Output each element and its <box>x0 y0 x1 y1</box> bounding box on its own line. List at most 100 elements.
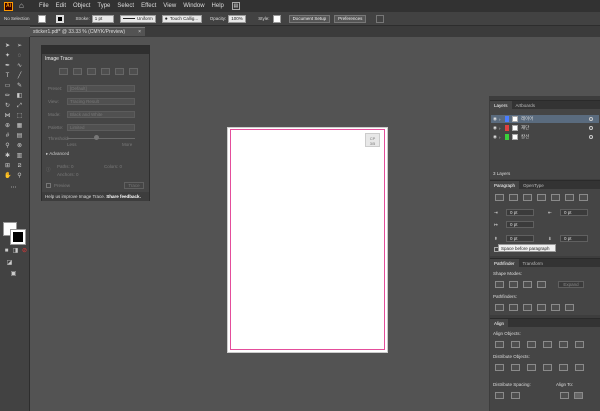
type-tool-icon[interactable]: T <box>4 73 11 80</box>
tab-artboards[interactable]: Artboards <box>512 101 540 109</box>
outline-icon[interactable] <box>129 68 138 75</box>
scale-tool-icon[interactable]: ⤢ <box>16 103 23 110</box>
vertical-align-bottom-icon[interactable] <box>575 341 584 348</box>
zoom-tool-icon[interactable]: ⚲ <box>16 173 23 180</box>
menu-effect[interactable]: Effect <box>141 3 156 9</box>
tab-opentype[interactable]: OpenType <box>519 181 548 189</box>
intersect-icon[interactable] <box>523 281 532 288</box>
pen-tool-icon[interactable]: ✒ <box>4 63 11 70</box>
perspective-grid-icon[interactable]: ▦ <box>16 123 23 130</box>
stroke-profile-select[interactable]: Uniform <box>119 14 156 23</box>
grayscale-icon[interactable] <box>101 68 110 75</box>
menu-view[interactable]: View <box>163 3 176 9</box>
menu-edit[interactable]: Edit <box>56 3 66 9</box>
tab-paragraph[interactable]: Paragraph <box>490 181 520 189</box>
horizontal-align-left-icon[interactable] <box>495 341 504 348</box>
menu-type[interactable]: Type <box>97 3 110 9</box>
document-tab[interactable]: sticker1.pdf* @ 33.33 % (CMYK/Preview) × <box>30 27 145 36</box>
layer-row[interactable]: ◉ › 레이어 <box>491 115 599 123</box>
align-icon[interactable] <box>376 14 385 23</box>
close-icon[interactable]: × <box>138 29 141 35</box>
share-feedback-link[interactable]: Share feedback. <box>106 194 141 199</box>
artboard-tool-icon[interactable]: ⊞ <box>4 163 11 170</box>
slice-tool-icon[interactable]: ⧄ <box>16 163 23 170</box>
layer-row[interactable]: ◉ › 재단 <box>491 124 599 132</box>
trim-icon[interactable] <box>509 304 518 311</box>
image-trace-titlebar[interactable] <box>42 46 149 54</box>
hand-tool-icon[interactable]: ✋ <box>4 173 11 180</box>
selection-tool-icon[interactable]: ➤ <box>4 43 11 50</box>
gradient-mode-icon[interactable]: ◨ <box>12 248 19 255</box>
home-icon[interactable]: ⌂ <box>19 2 27 10</box>
threshold-slider-handle[interactable] <box>94 135 99 140</box>
eyedropper-icon[interactable]: ⚲ <box>4 143 11 150</box>
target-icon[interactable] <box>589 135 593 139</box>
align-left-icon[interactable] <box>495 194 504 201</box>
shape-builder-icon[interactable]: ⊕ <box>4 123 11 130</box>
horizontal-spacing-icon[interactable] <box>511 392 520 399</box>
minus-back-icon[interactable] <box>565 304 574 311</box>
stroke-swatch[interactable] <box>55 14 64 23</box>
space-after-field[interactable]: 0 pt <box>560 235 588 242</box>
tab-transform[interactable]: Transform <box>519 259 547 267</box>
graph-tool-icon[interactable]: ▥ <box>16 153 23 160</box>
black-white-icon[interactable] <box>115 68 124 75</box>
none-mode-icon[interactable]: ⊘ <box>21 248 28 255</box>
minus-front-icon[interactable] <box>509 281 518 288</box>
brush-select[interactable]: ● Touch Callig... <box>161 14 202 23</box>
stroke-weight-field[interactable]: 1 pt <box>91 14 114 23</box>
lasso-icon[interactable]: ◌ <box>16 53 23 60</box>
trace-button[interactable]: Trace <box>124 182 144 189</box>
auto-color-icon[interactable] <box>59 68 68 75</box>
tab-layers[interactable]: Layers <box>490 101 512 109</box>
expand-button[interactable]: Expand <box>558 281 584 288</box>
advanced-toggle[interactable]: ▸ Advanced <box>46 151 69 157</box>
first-line-indent-field[interactable]: 0 pt <box>506 221 534 228</box>
palette-select[interactable]: Limited <box>67 124 135 131</box>
divide-icon[interactable] <box>495 304 504 311</box>
target-icon[interactable] <box>589 126 593 130</box>
layer-row[interactable]: ◉ › 칼선 <box>491 133 599 141</box>
opacity-field[interactable]: 100% <box>228 14 247 23</box>
screen-mode-icon[interactable]: ▣ <box>10 271 17 278</box>
low-color-icon[interactable] <box>87 68 96 75</box>
justify-left-icon[interactable] <box>537 194 546 201</box>
distribute-hcenter-icon[interactable] <box>559 364 568 371</box>
draw-mode-icon[interactable]: ◪ <box>6 260 13 267</box>
tab-align[interactable]: Align <box>490 319 509 327</box>
distribute-right-icon[interactable] <box>575 364 584 371</box>
distribute-bottom-icon[interactable] <box>527 364 536 371</box>
free-transform-icon[interactable]: ⬚ <box>16 113 23 120</box>
edit-toolbar-icon[interactable]: ⋯ <box>10 185 17 192</box>
eraser-icon[interactable]: ◧ <box>16 93 23 100</box>
space-before-field[interactable]: 0 pt <box>506 235 534 242</box>
left-indent-field[interactable]: 0 pt <box>506 209 534 216</box>
menu-object[interactable]: Object <box>73 3 90 9</box>
preview-checkbox[interactable] <box>46 183 51 188</box>
stroke-color-box[interactable] <box>10 229 26 245</box>
target-icon[interactable] <box>589 117 593 121</box>
curvature-tool-icon[interactable]: ∿ <box>16 63 23 70</box>
horizontal-align-center-icon[interactable] <box>511 341 520 348</box>
direct-selection-tool-icon[interactable]: ➢ <box>16 43 23 50</box>
tab-pathfinder[interactable]: Pathfinder <box>490 259 519 267</box>
exclude-icon[interactable] <box>537 281 546 288</box>
right-indent-field[interactable]: 0 pt <box>560 209 588 216</box>
justify-right-icon[interactable] <box>565 194 574 201</box>
symbol-sprayer-icon[interactable]: ✱ <box>4 153 11 160</box>
vertical-align-center-icon[interactable] <box>559 341 568 348</box>
mesh-tool-icon[interactable]: # <box>4 133 11 140</box>
view-select[interactable]: Tracing Result <box>67 98 135 105</box>
align-right-icon[interactable] <box>523 194 532 201</box>
menu-help[interactable]: Help <box>212 3 224 9</box>
preferences-button[interactable]: Preferences <box>334 14 367 23</box>
arrange-documents-icon[interactable]: ▤ <box>231 2 240 10</box>
vertical-spacing-icon[interactable] <box>495 392 504 399</box>
rotate-tool-icon[interactable]: ↻ <box>4 103 11 110</box>
line-tool-icon[interactable]: ╱ <box>16 73 23 80</box>
merge-icon[interactable] <box>523 304 532 311</box>
distribute-vcenter-icon[interactable] <box>511 364 520 371</box>
menu-window[interactable]: Window <box>183 3 204 9</box>
paintbrush-icon[interactable]: ✎ <box>16 83 23 90</box>
graphic-style-swatch[interactable] <box>272 14 281 23</box>
